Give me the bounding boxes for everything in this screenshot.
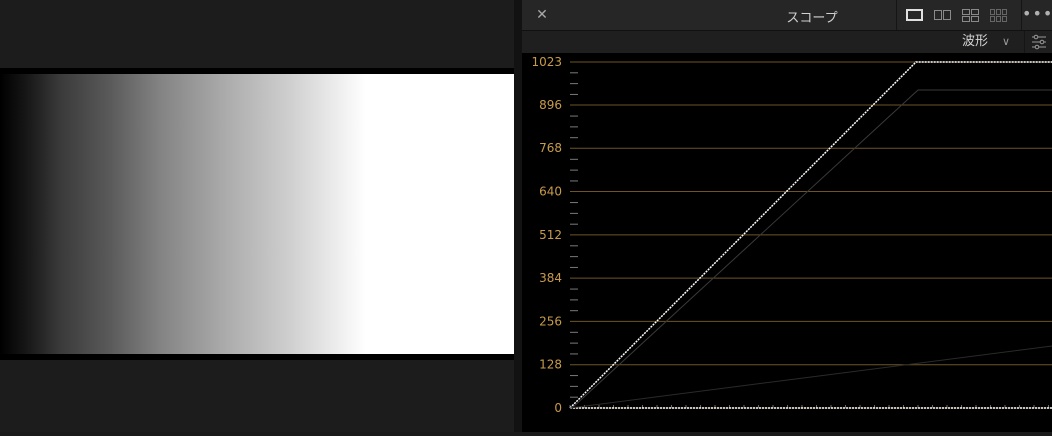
scope-title: スコープ [786,11,838,26]
chevron-down-icon: ∨ [1002,35,1011,48]
y-tick-label: 384 [539,271,562,285]
settings-sliders-icon[interactable] [1024,31,1052,53]
scope-mode-select[interactable]: 波形 ∨ [962,33,1016,51]
layout-multi-icon[interactable] [989,8,1009,22]
y-tick-label: 768 [539,141,562,155]
viewer-panel [0,0,514,432]
y-tick-label: 0 [554,401,562,415]
y-tick-label: 128 [539,358,562,372]
scope-toolbar: 波形 ∨ [522,31,1052,53]
layout-two-icon[interactable] [933,8,953,22]
y-tick-label: 1023 [531,55,562,69]
scope-background [522,53,1052,432]
gradient-image [0,74,514,354]
y-tick-label: 640 [539,185,562,199]
layout-single-icon[interactable] [905,8,925,22]
layout-quad-icon[interactable] [961,8,981,22]
scope-panel: ✕ スコープ ••• 波形 ∨ 1023 896 768 640 512 384… [522,0,1052,432]
more-icon[interactable]: ••• [1022,0,1052,30]
y-tick-label: 896 [539,98,562,112]
y-tick-label: 256 [539,314,562,328]
panel-splitter[interactable] [514,0,522,432]
waveform-canvas: 1023 896 768 640 512 384 256 128 0 [522,53,1052,432]
close-icon[interactable]: ✕ [534,6,550,24]
scope-title-bar: ✕ スコープ ••• [522,0,1052,31]
waveform-scope: 1023 896 768 640 512 384 256 128 0 [522,53,1052,432]
y-tick-label: 512 [539,228,562,242]
layout-buttons [896,0,1022,30]
scope-mode-label: 波形 [962,34,989,49]
